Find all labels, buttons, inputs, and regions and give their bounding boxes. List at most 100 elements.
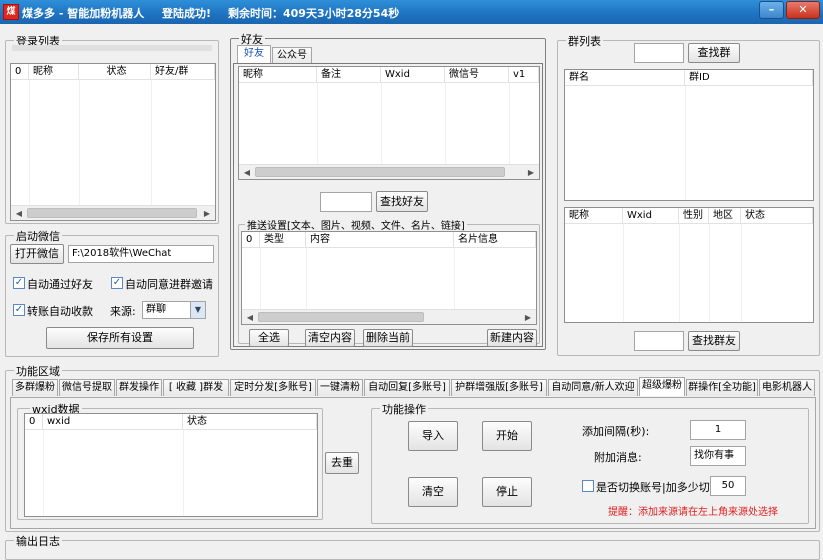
select-all-button[interactable]: 全选 (249, 329, 289, 347)
auto-accept-group-checkbox[interactable]: ✓ (111, 277, 123, 289)
column-header[interactable]: 微信号 (445, 67, 509, 83)
column-header[interactable]: 好友/群 (151, 64, 215, 80)
launch-group: 启动微信 打开微信 F:\2018软件\WeChat ✓ 自动通过好友 ✓ 自动… (5, 228, 219, 357)
scroll-right-icon[interactable]: ▶ (521, 311, 535, 324)
tab-scheduled-send[interactable]: 定时分发[多账号] (230, 379, 316, 396)
interval-input[interactable]: 1 (690, 420, 746, 440)
tab-super-fans[interactable]: 超级爆粉 (639, 377, 685, 396)
search-member-button[interactable]: 查找群友 (688, 331, 740, 351)
tab-official-accounts[interactable]: 公众号 (272, 47, 312, 64)
group-list-group: 群列表 查找群 群名 群ID 昵称 Wxid 性别 地区 状态 查找群友 (557, 33, 820, 356)
tab-group-send[interactable]: 群发操作 (116, 379, 162, 396)
column-header[interactable]: 状态 (79, 64, 151, 80)
tab-auto-reply[interactable]: 自动回复[多账号] (364, 379, 450, 396)
wechat-path-field[interactable]: F:\2018软件\WeChat (68, 245, 214, 263)
launch-title: 启动微信 (14, 228, 62, 244)
group-search-input[interactable] (634, 43, 684, 63)
column-header[interactable]: 内容 (306, 232, 454, 248)
column-header[interactable]: 性别 (679, 208, 709, 224)
column-header[interactable]: 0 (11, 64, 29, 80)
push-list-header: 0 类型 内容 名片信息 (242, 232, 536, 248)
scroll-right-icon[interactable]: ▶ (200, 207, 214, 220)
tab-auto-accept-welcome[interactable]: 自动同意/新人欢迎 (548, 379, 638, 396)
wxid-list-header: 0 wxid 状态 (25, 414, 317, 430)
column-header[interactable]: 状态 (741, 208, 813, 224)
title-bar: 煤 煤多多 - 智能加粉机器人 登陆成功! 剩余时间：409天3小时28分54秒… (0, 0, 823, 24)
login-list[interactable]: 0 昵称 状态 好友/群 ◀ ▶ (10, 63, 216, 221)
stop-button[interactable]: 停止 (482, 477, 532, 507)
import-button[interactable]: 导入 (408, 421, 458, 451)
column-header[interactable]: 群名 (565, 70, 685, 86)
tab-wechat-id-extract[interactable]: 微信号提取 (59, 379, 115, 396)
group-member-list[interactable]: 昵称 Wxid 性别 地区 状态 (564, 207, 814, 323)
friends-list[interactable]: 昵称 备注 Wxid 微信号 v1 ◀ ▶ (238, 66, 540, 180)
column-header[interactable]: 类型 (260, 232, 306, 248)
group-list[interactable]: 群名 群ID (564, 69, 814, 201)
switch-account-checkbox[interactable] (582, 480, 594, 492)
column-header[interactable]: 状态 (183, 414, 317, 430)
column-header[interactable]: 名片信息 (454, 232, 536, 248)
clear-button[interactable]: 清空 (408, 477, 458, 507)
auto-pass-friend-checkbox[interactable]: ✓ (13, 277, 25, 289)
scroll-left-icon[interactable]: ◀ (243, 311, 257, 324)
start-button[interactable]: 开始 (482, 421, 532, 451)
push-settings-title: 推送设置[文本、图片、视频、文件、名片、链接] (245, 217, 467, 232)
scroll-right-icon[interactable]: ▶ (524, 166, 538, 179)
column-header[interactable]: 昵称 (29, 64, 79, 80)
group-member-list-header: 昵称 Wxid 性别 地区 状态 (565, 208, 813, 224)
member-search-input[interactable] (634, 331, 684, 351)
scroll-thumb[interactable] (258, 312, 424, 322)
tab-multi-group-fans[interactable]: 多群爆粉 (12, 379, 58, 396)
horizontal-scrollbar[interactable]: ◀ ▶ (239, 164, 539, 179)
wxid-list[interactable]: 0 wxid 状态 (24, 413, 318, 517)
column-header[interactable]: 备注 (317, 67, 381, 83)
auto-receive-checkbox[interactable]: ✓ (13, 304, 25, 316)
column-header[interactable]: v1 (509, 67, 539, 83)
column-header[interactable]: wxid (43, 414, 183, 430)
friends-group: 好友 好友 公众号 昵称 备注 Wxid 微信号 v1 ◀ ▶ 查找好友 推送设… (230, 31, 546, 350)
switch-count-input[interactable]: 50 (710, 476, 746, 496)
scroll-thumb[interactable] (27, 208, 197, 218)
group-list-title: 群列表 (566, 33, 603, 49)
horizontal-scrollbar[interactable]: ◀ ▶ (242, 309, 536, 324)
column-header[interactable]: 地区 (709, 208, 741, 224)
column-header[interactable]: 0 (242, 232, 260, 248)
switch-account-label: 是否切换账号|加多少切换: (596, 481, 725, 494)
close-icon: ✕ (798, 3, 808, 16)
tab-group-operations[interactable]: 群操作[全功能] (686, 379, 758, 396)
scroll-left-icon[interactable]: ◀ (240, 166, 254, 179)
interval-label: 添加间隔(秒): (582, 425, 650, 438)
column-header[interactable]: 0 (25, 414, 43, 430)
minimize-button[interactable]: – (759, 1, 784, 19)
tab-clean-fans[interactable]: 一键清粉 (317, 379, 363, 396)
column-header[interactable]: 昵称 (565, 208, 623, 224)
tab-friends[interactable]: 好友 (237, 45, 271, 64)
search-friend-button[interactable]: 查找好友 (376, 191, 428, 212)
app-icon: 煤 (3, 4, 19, 20)
open-wechat-button[interactable]: 打开微信 (10, 244, 64, 264)
source-select[interactable]: 群聊 ▼ (142, 301, 206, 319)
clear-content-button[interactable]: 清空内容 (305, 329, 355, 347)
delete-current-button[interactable]: 删除当前 (363, 329, 413, 347)
dedupe-button[interactable]: 去重 (325, 452, 359, 474)
new-content-button[interactable]: 新建内容 (487, 329, 537, 347)
horizontal-scrollbar[interactable]: ◀ ▶ (11, 205, 215, 220)
chevron-down-icon[interactable]: ▼ (190, 302, 205, 318)
function-ops-group: 功能操作 导入 开始 清空 停止 添加间隔(秒): 1 附加消息: 找你有事 是… (371, 401, 809, 524)
save-all-settings-button[interactable]: 保存所有设置 (46, 327, 194, 349)
column-header[interactable]: 昵称 (239, 67, 317, 83)
tab-favorites-send[interactable]: [ 收藏 ]群发 (163, 379, 229, 396)
tab-movie-bot[interactable]: 电影机器人 (759, 379, 815, 396)
friend-search-input[interactable] (320, 192, 372, 212)
function-ops-title: 功能操作 (380, 401, 428, 417)
scroll-thumb[interactable] (255, 167, 505, 177)
tab-group-protect[interactable]: 护群增强版[多账号] (451, 379, 547, 396)
push-content-list[interactable]: 0 类型 内容 名片信息 ◀ ▶ (241, 231, 537, 325)
column-header[interactable]: Wxid (623, 208, 679, 224)
scroll-left-icon[interactable]: ◀ (12, 207, 26, 220)
search-group-button[interactable]: 查找群 (688, 43, 740, 63)
column-header[interactable]: 群ID (685, 70, 813, 86)
column-header[interactable]: Wxid (381, 67, 445, 83)
message-input[interactable]: 找你有事 (690, 446, 746, 466)
close-button[interactable]: ✕ (786, 1, 820, 19)
